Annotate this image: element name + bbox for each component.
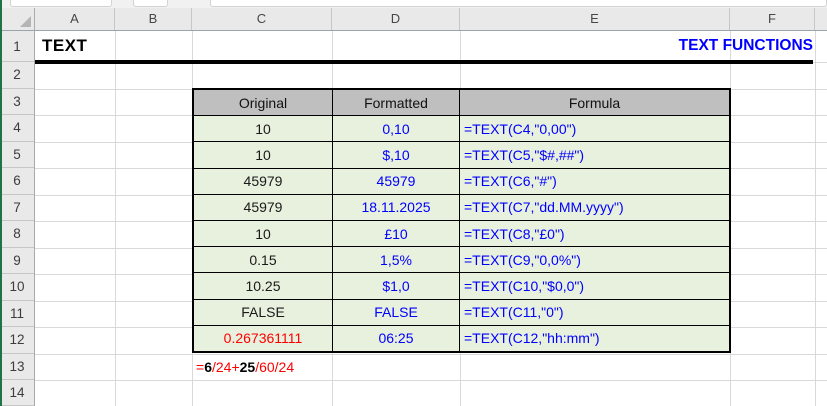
- row-header-11[interactable]: 11: [0, 301, 34, 327]
- cell-d12[interactable]: 06:25: [333, 325, 459, 351]
- column-header-d[interactable]: D: [332, 8, 460, 30]
- row-header-8[interactable]: 8: [0, 221, 34, 248]
- column-header-f[interactable]: F: [730, 8, 815, 30]
- row-header-7[interactable]: 7: [0, 195, 34, 221]
- cell-e4[interactable]: =TEXT(C4,"0,00"): [460, 116, 729, 142]
- cell-a1-title[interactable]: TEXT: [42, 31, 87, 60]
- cell-e8[interactable]: =TEXT(C8,"£0"): [460, 220, 729, 247]
- row-header-6[interactable]: 6: [0, 168, 34, 195]
- cell-e7[interactable]: =TEXT(C7,"dd.MM.yyyy"): [460, 194, 729, 220]
- c13-segment: /24+: [211, 359, 240, 375]
- row-header-10[interactable]: 10: [0, 274, 34, 301]
- gridline: [115, 31, 116, 406]
- column-header-a[interactable]: A: [35, 8, 115, 30]
- table-header-formatted[interactable]: Formatted: [333, 90, 459, 116]
- row-header-13[interactable]: 13: [0, 354, 34, 380]
- cell-d9[interactable]: 1,5%: [333, 247, 459, 273]
- cell-c8[interactable]: 10: [194, 220, 332, 247]
- gridline: [815, 31, 816, 406]
- select-all-icon: [20, 16, 31, 27]
- insert-function-button[interactable]: [133, 0, 168, 7]
- row-header-2[interactable]: 2: [0, 62, 34, 89]
- formula-bar-strip: [0, 0, 827, 8]
- gridline: [35, 380, 827, 381]
- cell-d8[interactable]: £10: [333, 220, 459, 247]
- cell-e1-sheet-title[interactable]: TEXT FUNCTIONS: [460, 31, 813, 60]
- name-box[interactable]: [10, 0, 112, 7]
- row-header-9[interactable]: 9: [0, 248, 34, 274]
- window-edge-accent: [0, 0, 2, 406]
- row-header-1[interactable]: 1: [0, 31, 34, 62]
- cell-e11[interactable]: =TEXT(C11,"0"): [460, 299, 729, 325]
- cell-e10[interactable]: =TEXT(C10,"$0,0"): [460, 273, 729, 299]
- excel-window: A B C D E F 1 2 3 4 5 6 7 8 9 10 11 12 1…: [0, 0, 827, 406]
- cell-c4[interactable]: 10: [194, 116, 332, 142]
- cell-c11[interactable]: FALSE: [194, 299, 332, 325]
- cell-c10[interactable]: 10.25: [194, 273, 332, 299]
- formula-bar-input[interactable]: [210, 0, 827, 7]
- cell-d6[interactable]: 45979: [333, 168, 459, 194]
- table-header-original[interactable]: Original: [194, 90, 332, 116]
- title-underline: [35, 60, 813, 64]
- column-header-e[interactable]: E: [460, 8, 730, 30]
- column-header-c[interactable]: C: [192, 8, 332, 30]
- cell-c9[interactable]: 0.15: [194, 247, 332, 273]
- cell-d5[interactable]: $,10: [333, 142, 459, 168]
- cell-e6[interactable]: =TEXT(C6,"#"): [460, 168, 729, 194]
- table-header-formula[interactable]: Formula: [460, 90, 729, 116]
- cell-d10[interactable]: $1,0: [333, 273, 459, 299]
- c13-segment: 6: [204, 359, 212, 375]
- column-header-b[interactable]: B: [115, 8, 192, 30]
- cell-e9[interactable]: =TEXT(C9,"0,0%"): [460, 247, 729, 273]
- row-header-14[interactable]: 14: [0, 380, 34, 406]
- row-header-column: 1 2 3 4 5 6 7 8 9 10 11 12 13 14: [0, 31, 35, 406]
- column-header-row: A B C D E F: [0, 8, 827, 31]
- cell-c12[interactable]: 0.267361111: [194, 325, 332, 351]
- c13-segment: /60/24: [255, 359, 295, 375]
- cell-d4[interactable]: 0,10: [333, 116, 459, 142]
- cell-c5[interactable]: 10: [194, 142, 332, 168]
- gridline: [35, 353, 827, 355]
- cell-d11[interactable]: FALSE: [333, 299, 459, 325]
- cell-e5[interactable]: =TEXT(C5,"$#,##"): [460, 142, 729, 168]
- cell-c6[interactable]: 45979: [194, 168, 332, 194]
- cell-d7[interactable]: 18.11.2025: [333, 194, 459, 220]
- cell-e12[interactable]: =TEXT(C12,"hh:mm"): [460, 325, 729, 351]
- row-header-12[interactable]: 12: [0, 327, 34, 354]
- text-function-table: Original Formatted Formula 10 0,10 =TEXT…: [192, 88, 731, 353]
- c13-segment: 25: [239, 359, 256, 375]
- row-header-4[interactable]: 4: [0, 115, 34, 142]
- select-all-button[interactable]: [0, 8, 35, 30]
- row-header-3[interactable]: 3: [0, 89, 34, 115]
- cell-c7[interactable]: 45979: [194, 194, 332, 220]
- cell-c13-formula[interactable]: =6/24+25/60/24: [196, 354, 294, 380]
- c13-segment: =: [196, 359, 205, 375]
- row-header-5[interactable]: 5: [0, 142, 34, 168]
